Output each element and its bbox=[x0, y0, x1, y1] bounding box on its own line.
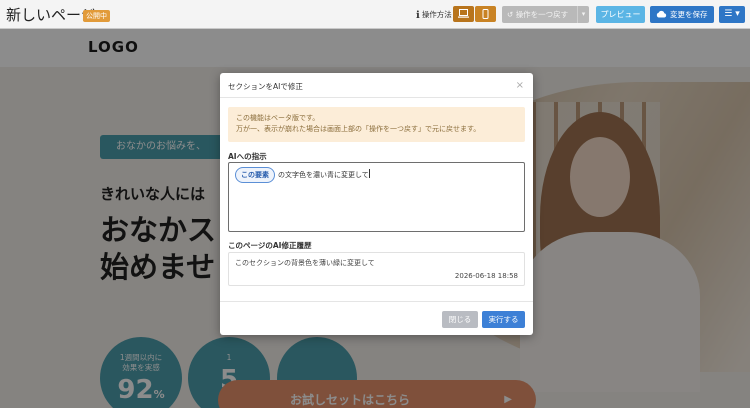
mobile-view-button[interactable] bbox=[475, 6, 496, 22]
laptop-icon bbox=[458, 9, 469, 18]
menu-button[interactable]: ☰ ▾ bbox=[719, 6, 745, 23]
info-icon: ℹ bbox=[416, 10, 420, 21]
close-icon[interactable]: × bbox=[516, 81, 524, 91]
dialog-title: セクションをAIで修正 bbox=[228, 82, 303, 91]
instruction-text: の文字色を濃い青に変更して bbox=[278, 171, 369, 179]
ai-edit-dialog: セクションをAIで修正 × この機能はベータ版です。 万が一、表示が崩れた場合は… bbox=[220, 73, 533, 335]
dialog-header: セクションをAIで修正 × bbox=[220, 73, 533, 98]
instruction-input[interactable]: この要素 の文字色を濃い青に変更して bbox=[228, 162, 525, 232]
preview-button[interactable]: プレビュー bbox=[596, 6, 645, 23]
beta-notice-line-1: この機能はベータ版です。 bbox=[236, 114, 320, 122]
run-button[interactable]: 実行する bbox=[482, 311, 525, 328]
save-label: 変更を保存 bbox=[670, 10, 708, 19]
howto-link[interactable]: ℹ 操作方法 bbox=[416, 9, 452, 21]
editor-toolbar: 新しいページ 公開中 ℹ 操作方法 ↺ 操作を一つ戻す ▾ プレビュー 変更を保存… bbox=[0, 0, 750, 29]
beta-notice-line-2: 万が一、表示が崩れた場合は画面上部の「操作を一つ戻す」で元に戻せます。 bbox=[236, 125, 481, 133]
cloud-upload-icon bbox=[656, 10, 667, 18]
history-list: このセクションの背景色を薄い緑に変更して 2026-06-18 18:58 bbox=[228, 252, 525, 286]
history-item-time: 2026-06-18 18:58 bbox=[454, 272, 518, 280]
beta-notice: この機能はベータ版です。 万が一、表示が崩れた場合は画面上部の「操作を一つ戻す」… bbox=[228, 107, 525, 142]
undo-icon: ↺ bbox=[507, 10, 514, 19]
instruction-label: AIへの指示 bbox=[228, 152, 267, 161]
smartphone-icon bbox=[482, 9, 489, 19]
text-cursor bbox=[368, 169, 370, 178]
status-badge: 公開中 bbox=[83, 10, 110, 22]
undo-label: 操作を一つ戻す bbox=[515, 10, 569, 19]
dialog-footer: 閉じる 実行する bbox=[220, 301, 533, 335]
howto-label: 操作方法 bbox=[421, 10, 452, 19]
undo-button[interactable]: ↺ 操作を一つ戻す ▾ bbox=[502, 6, 589, 23]
element-chip[interactable]: この要素 bbox=[235, 167, 275, 183]
undo-dropdown-caret-icon[interactable]: ▾ bbox=[577, 6, 589, 23]
cancel-button[interactable]: 閉じる bbox=[442, 311, 478, 328]
save-button[interactable]: 変更を保存 bbox=[650, 6, 714, 23]
history-label: このページのAI修正履歴 bbox=[228, 241, 312, 250]
desktop-view-button[interactable] bbox=[453, 6, 474, 22]
history-item-text: このセクションの背景色を薄い緑に変更して bbox=[235, 259, 375, 267]
